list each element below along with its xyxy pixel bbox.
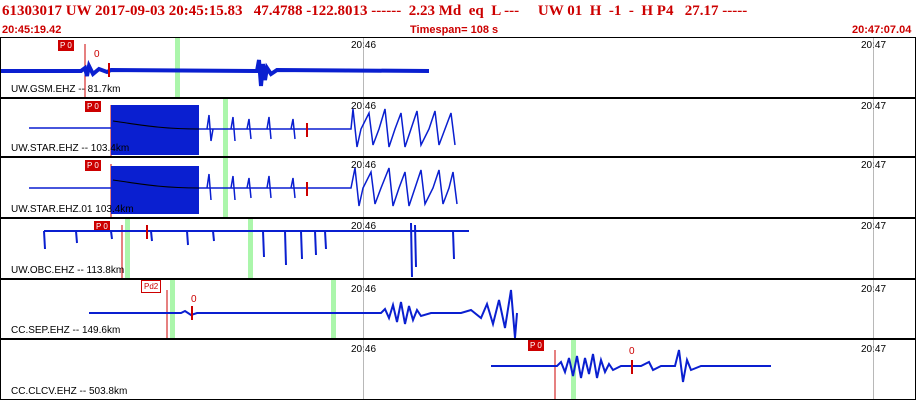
trace-area: 20:46 20:47 P 0 0 UW.GSM.EHZ -- 81.7km 2… [0,37,917,400]
waveform-star-01 [29,164,458,217]
start-time: 20:45:19.42 [2,24,62,36]
channel-label: CC.SEP.EHZ -- 149.6km [11,325,121,336]
event-summary: 61303017 UW 2017-09-03 20:45:15.83 47.47… [2,3,748,19]
waveform-obc [43,222,469,278]
panel-clcv[interactable]: 20:46 20:47 P 0 0 CC.CLCV.EHZ -- 503.8km [0,339,916,400]
channel-label: UW.STAR.EHZ.01 103.4km [11,204,134,215]
waveform-sep [89,289,518,338]
timespan: Timespan= 108 s [410,24,499,36]
waveform-clcv [491,349,771,399]
panel-star-01[interactable]: 20:46 20:47 P 0 UW.STAR.EHZ.01 103.4km [0,157,916,218]
waveform-gsm [1,44,430,97]
panel-star[interactable]: 20:46 20:47 P 0 UW.STAR.EHZ -- 103.4km [0,98,916,157]
panel-gsm[interactable]: 20:46 20:47 P 0 0 UW.GSM.EHZ -- 81.7km [0,37,916,98]
waveform-star [29,105,456,156]
channel-label: UW.OBC.EHZ -- 113.8km [11,265,125,276]
panel-sep[interactable]: 20:46 20:47 Pd2 0 CC.SEP.EHZ -- 149.6km [0,279,916,339]
channel-label: UW.GSM.EHZ -- 81.7km [11,84,121,95]
panel-obc[interactable]: 20:46 20:47 P 0 UW.OBC.EHZ -- 113.8km [0,218,916,279]
event-header: 61303017 UW 2017-09-03 20:45:15.83 47.47… [0,0,917,40]
channel-label: UW.STAR.EHZ -- 103.4km [11,143,130,154]
end-time: 20:47:07.04 [852,24,912,36]
channel-label: CC.CLCV.EHZ -- 503.8km [11,386,128,397]
